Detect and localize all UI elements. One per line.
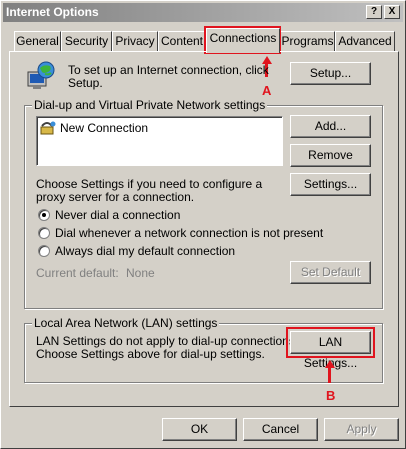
- cancel-button[interactable]: Cancel: [243, 418, 318, 441]
- remove-button[interactable]: Remove: [290, 144, 371, 167]
- list-item[interactable]: New Connection: [40, 120, 280, 136]
- apply-button[interactable]: Apply: [324, 418, 399, 441]
- radio-dial-whenever-label[interactable]: Dial whenever a network connection is no…: [55, 227, 323, 240]
- tab-general[interactable]: General: [14, 31, 61, 52]
- annotation-label-b: B: [326, 388, 336, 403]
- tab-privacy[interactable]: Privacy: [112, 31, 158, 52]
- radio-always-dial[interactable]: [38, 245, 50, 257]
- settings-text: Choose Settings if you need to configure…: [36, 177, 263, 204]
- tab-programs[interactable]: Programs: [280, 31, 335, 52]
- add-button[interactable]: Add...: [290, 115, 371, 138]
- current-default-value: None: [126, 266, 155, 280]
- current-default-label: Current default:: [36, 266, 119, 280]
- setup-text: To set up an Internet connection, click …: [68, 63, 269, 90]
- phone-connection-icon: [40, 120, 56, 136]
- radio-never-dial[interactable]: [38, 209, 50, 221]
- tab-advanced[interactable]: Advanced: [335, 31, 395, 52]
- annotation-box-b: [286, 327, 375, 358]
- lan-text-line2: Choose Settings above for dial-up settin…: [36, 347, 265, 361]
- connections-list[interactable]: New Connection: [36, 116, 283, 166]
- tab-security[interactable]: Security: [61, 31, 112, 52]
- tab-content[interactable]: Content: [158, 31, 206, 52]
- globe-computer-icon: [24, 60, 56, 92]
- internet-options-window: Internet Options ? X General Security Pr…: [0, 0, 406, 449]
- annotation-arrow-b-shaft: [328, 367, 331, 383]
- help-button[interactable]: ?: [366, 5, 382, 19]
- tab-connections[interactable]: Connections: [206, 28, 280, 53]
- radio-always-dial-label[interactable]: Always dial my default connection: [55, 245, 235, 258]
- connection-name: New Connection: [60, 121, 149, 135]
- title-bar: Internet Options ? X: [3, 3, 403, 22]
- radio-dial-whenever[interactable]: [38, 227, 50, 239]
- dialup-group-label: Dial-up and Virtual Private Network sett…: [32, 98, 268, 112]
- close-button[interactable]: X: [384, 5, 400, 19]
- radio-never-dial-label[interactable]: Never dial a connection: [55, 209, 180, 222]
- lan-group-label: Local Area Network (LAN) settings: [32, 316, 220, 330]
- settings-button[interactable]: Settings...: [290, 173, 371, 196]
- setup-button[interactable]: Setup...: [290, 62, 371, 85]
- ok-button[interactable]: OK: [162, 418, 237, 441]
- set-default-button[interactable]: Set Default: [290, 261, 371, 284]
- window-title: Internet Options: [6, 5, 99, 19]
